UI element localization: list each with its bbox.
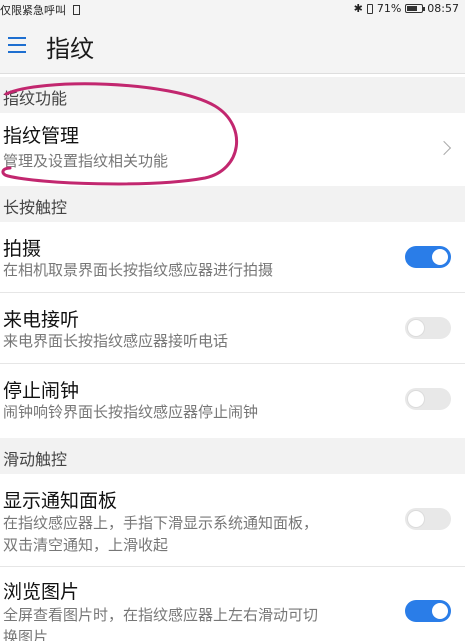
list-item-fingerprint-management[interactable]: 指纹管理 管理及设置指纹相关功能: [0, 113, 465, 184]
page-title: 指纹: [46, 35, 94, 63]
battery-percent: 71%: [376, 2, 402, 15]
item-subtitle-line-1: 在指纹感应器上，手指下滑显示系统通知面板，: [3, 514, 319, 532]
list-item-capture[interactable]: 拍摄 在相机取景界面长按指纹感应器进行拍摄: [0, 222, 465, 292]
section-swipe: 滑动触控: [0, 438, 465, 474]
list-item-notification-panel[interactable]: 显示通知面板 在指纹感应器上，手指下滑显示系统通知面板， 双击清空通知，上滑收起: [0, 474, 465, 566]
item-title: 拍摄: [3, 238, 42, 260]
section-long-press: 长按触控: [0, 186, 465, 222]
item-title: 显示通知面板: [3, 490, 118, 512]
hamburger-menu-icon[interactable]: [8, 37, 26, 53]
battery-icon: [405, 4, 426, 13]
browse-pictures-toggle[interactable]: [405, 600, 451, 622]
item-title: 停止闹钟: [3, 380, 80, 402]
section-label: 指纹功能: [3, 89, 68, 108]
list-item-stop-alarm[interactable]: 停止闹钟 闹钟响铃界面长按指纹感应器停止闹钟: [0, 364, 465, 436]
item-subtitle: 管理及设置指纹相关功能: [3, 152, 169, 170]
stop-alarm-toggle[interactable]: [405, 388, 451, 410]
clock: 08:57: [427, 2, 459, 15]
notification-panel-toggle[interactable]: [405, 508, 451, 530]
section-fingerprint-functions: 指纹功能: [0, 77, 465, 113]
status-bar: 仅限紧急呼叫 ✱ 71% 08:57: [0, 0, 465, 18]
vibrate-icon: [366, 3, 373, 14]
sim-icon: [72, 5, 80, 15]
item-subtitle: 来电界面长按指纹感应器接听电话: [3, 332, 229, 350]
answer-call-toggle[interactable]: [405, 317, 451, 339]
item-title: 指纹管理: [3, 125, 80, 147]
item-subtitle-line-2: 双击清空通知，上滑收起: [3, 536, 169, 554]
chevron-right-icon: [436, 140, 452, 156]
item-title: 浏览图片: [3, 581, 80, 603]
item-subtitle: 在相机取景界面长按指纹感应器进行拍摄: [3, 261, 274, 279]
emergency-only-text: 仅限紧急呼叫: [0, 4, 66, 17]
item-subtitle-line-1: 全屏查看图片时，在指纹感应器上左右滑动可切: [3, 606, 319, 624]
status-right: ✱ 71% 08:57: [354, 2, 459, 15]
item-subtitle: 闹钟响铃界面长按指纹感应器停止闹钟: [3, 403, 259, 421]
list-item-browse-pictures[interactable]: 浏览图片 全屏查看图片时，在指纹感应器上左右滑动可切 换图片: [0, 567, 465, 641]
section-label: 滑动触控: [3, 450, 68, 469]
bluetooth-icon: ✱: [353, 2, 363, 15]
app-bar: 指纹: [0, 18, 465, 74]
item-title: 来电接听: [3, 309, 80, 331]
status-left: 仅限紧急呼叫: [0, 2, 80, 18]
item-subtitle-line-2: 换图片: [3, 628, 49, 641]
list-item-answer-call[interactable]: 来电接听 来电界面长按指纹感应器接听电话: [0, 293, 465, 363]
capture-toggle[interactable]: [405, 246, 451, 268]
section-label: 长按触控: [3, 198, 68, 217]
